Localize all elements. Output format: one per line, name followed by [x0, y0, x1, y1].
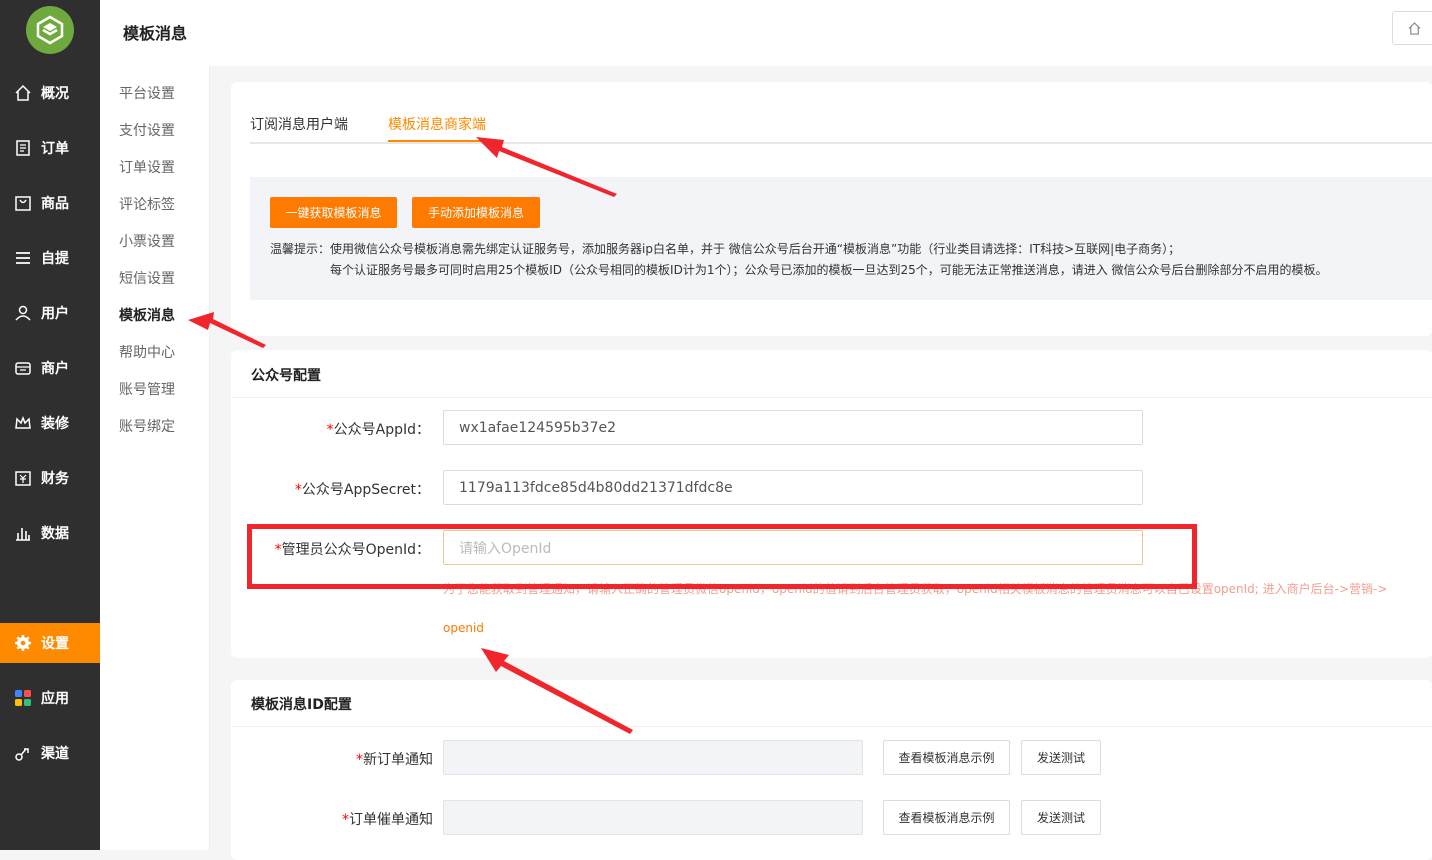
sidebar-item-orders[interactable]: 订单	[0, 128, 100, 168]
subnav-item-order[interactable]: 订单设置	[119, 157, 175, 177]
tpl-config-title: 模板消息ID配置	[251, 697, 352, 713]
sidebar-item-finance[interactable]: 财务	[0, 458, 100, 498]
subnav-item-sms[interactable]: 短信设置	[119, 268, 175, 288]
order-urge-label: *订单催单通知	[342, 812, 433, 828]
logo-icon	[36, 15, 64, 45]
shop-icon	[14, 359, 32, 377]
new-order-template-input[interactable]	[443, 740, 863, 775]
subnav-item-receipt[interactable]: 小票设置	[119, 231, 175, 251]
sidebar-item-apps[interactable]: 应用	[0, 678, 100, 718]
sidebar-item-label: 设置	[41, 636, 69, 652]
sidebar-item-pickup[interactable]: 自提	[0, 238, 100, 278]
sidebar-item-label: 商户	[41, 361, 69, 377]
sidebar-item-decoration[interactable]: 装修	[0, 403, 100, 443]
sidebar-item-settings[interactable]: 设置	[0, 623, 100, 663]
view-example-button[interactable]: 查看模板消息示例	[883, 800, 1010, 835]
add-template-button[interactable]: 手动添加模板消息	[412, 197, 540, 228]
sidebar-item-merchants[interactable]: 商户	[0, 348, 100, 388]
notice-text-1: 温馨提示：使用微信公众号模板消息需先绑定认证服务号，添加服务器ip白名单，并于 …	[270, 242, 1181, 256]
home-icon	[1408, 21, 1420, 35]
tab-bar: 订阅消息用户端 模板消息商家端	[250, 104, 1432, 144]
tab-subscribe-user[interactable]: 订阅消息用户端	[250, 114, 348, 134]
divider	[231, 397, 1432, 398]
notice-panel: 一键获取模板消息 手动添加模板消息 温馨提示：使用微信公众号模板消息需先绑定认证…	[250, 177, 1432, 300]
channel-icon	[14, 744, 32, 762]
finance-icon	[14, 469, 32, 487]
subnav-item-help[interactable]: 帮助中心	[119, 342, 175, 362]
goods-icon	[14, 194, 32, 212]
appid-label: *公众号AppId：	[326, 422, 430, 438]
home-button[interactable]	[1392, 11, 1432, 45]
subnav-item-account-bind[interactable]: 账号绑定	[119, 416, 175, 436]
subnav-item-account[interactable]: 账号管理	[119, 379, 175, 399]
page-title: 模板消息	[123, 24, 188, 43]
view-example-button[interactable]: 查看模板消息示例	[883, 740, 1010, 775]
subnav-item-payment[interactable]: 支付设置	[119, 120, 175, 140]
send-test-button[interactable]: 发送测试	[1021, 800, 1101, 835]
subnav-item-comment-tags[interactable]: 评论标签	[119, 194, 175, 214]
sidebar-item-label: 商品	[41, 196, 69, 212]
home-icon	[14, 84, 32, 102]
sidebar-item-label: 自提	[41, 251, 69, 267]
mp-config-title: 公众号配置	[251, 368, 321, 384]
subnav-item-platform[interactable]: 平台设置	[119, 83, 175, 103]
sidebar-item-label: 应用	[41, 691, 69, 707]
sidebar-item-label: 数据	[41, 526, 69, 542]
sidebar-item-label: 用户	[41, 306, 69, 322]
fetch-template-button[interactable]: 一键获取模板消息	[270, 197, 397, 228]
order-urge-template-input[interactable]	[443, 800, 863, 835]
sidebar-item-label: 订单	[41, 141, 69, 157]
sidebar-item-goods[interactable]: 商品	[0, 183, 100, 223]
sidebar-item-channel[interactable]: 渠道	[0, 733, 100, 773]
app-logo[interactable]	[26, 6, 74, 54]
sidebar-item-label: 财务	[41, 471, 69, 487]
openid-link[interactable]: openid	[443, 621, 484, 635]
order-icon	[14, 139, 32, 157]
chart-icon	[14, 524, 32, 542]
apps-icon	[14, 689, 32, 707]
main-sidebar: 概况 订单 商品 自提 用户 商户 装修 财务 数据 设置 应用 渠道	[0, 0, 100, 850]
crown-icon	[14, 414, 32, 432]
tab-template-merchant[interactable]: 模板消息商家端	[388, 114, 486, 134]
appsecret-label: *公众号AppSecret：	[294, 482, 430, 498]
annotation-highlight-box	[247, 524, 1197, 589]
tab-active-indicator	[388, 140, 486, 142]
gear-icon	[14, 634, 32, 652]
user-icon	[14, 304, 32, 322]
list-icon	[14, 249, 32, 267]
sidebar-item-overview[interactable]: 概况	[0, 73, 100, 113]
sidebar-item-users[interactable]: 用户	[0, 293, 100, 333]
new-order-label: *新订单通知	[356, 752, 433, 768]
top-bar: 模板消息	[100, 0, 1432, 66]
settings-subnav: 平台设置 支付设置 订单设置 评论标签 小票设置 短信设置 模板消息 帮助中心 …	[100, 66, 210, 850]
sidebar-item-data[interactable]: 数据	[0, 513, 100, 553]
send-test-button[interactable]: 发送测试	[1021, 740, 1101, 775]
appid-input[interactable]: wx1afae124595b37e2	[443, 410, 1143, 445]
notice-text-2: 每个认证服务号最多可同时启用25个模板ID（公众号相同的模板ID计为1个）；公众…	[330, 263, 1328, 277]
sidebar-item-label: 装修	[41, 416, 69, 432]
subnav-item-template-msg[interactable]: 模板消息	[119, 305, 175, 325]
appsecret-input[interactable]: 1179a113fdce85d4b80dd21371dfdc8e	[443, 470, 1143, 505]
divider	[231, 726, 1432, 727]
sidebar-item-label: 渠道	[41, 746, 69, 762]
sidebar-item-label: 概况	[41, 86, 69, 102]
